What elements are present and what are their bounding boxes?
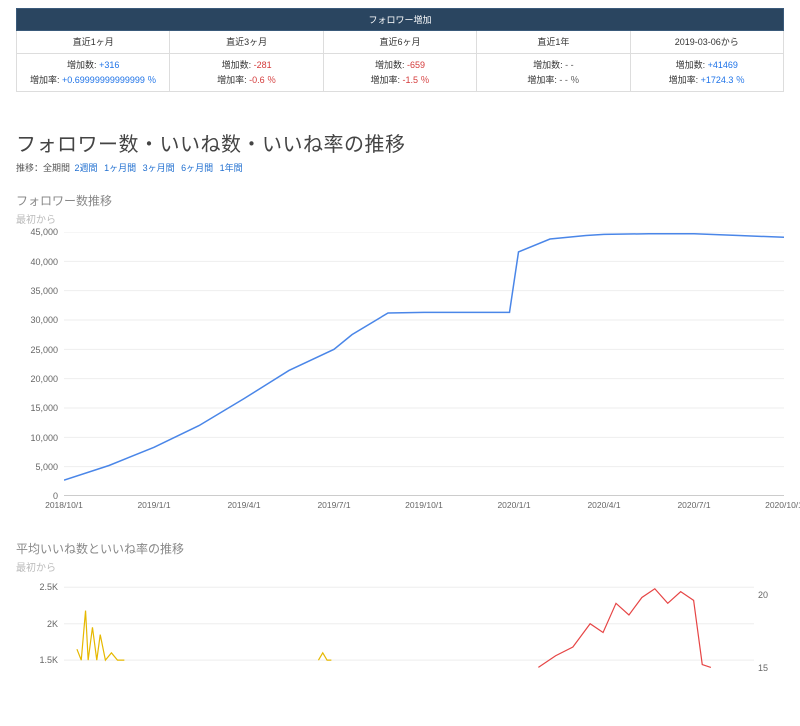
- x-tick: 2020/7/1: [677, 500, 710, 510]
- follower-growth-table: フォロワー増加 直近1ヶ月直近3ヶ月直近6ヶ月直近1年2019-03-06から …: [16, 8, 784, 92]
- filter-prefix: 推移：: [16, 163, 43, 173]
- x-tick: 2019/7/1: [317, 500, 350, 510]
- y-tick: 45,000: [30, 227, 58, 237]
- y-tick-right: 15: [758, 663, 768, 673]
- filter-option[interactable]: 1年間: [220, 163, 243, 173]
- chart-area: 05,00010,00015,00020,00025,00030,00035,0…: [16, 232, 784, 514]
- chart-subtitle: 最初から: [16, 559, 784, 574]
- stats-col-header: 直近3ヶ月: [170, 31, 323, 54]
- chart-subtitle: 最初から: [16, 211, 784, 226]
- x-tick: 2020/4/1: [587, 500, 620, 510]
- y-tick-right: 20: [758, 590, 768, 600]
- section-title: フォロワー数・いいね数・いいね率の推移: [16, 128, 784, 157]
- chart-followers: フォロワー数推移 最初から 05,00010,00015,00020,00025…: [16, 192, 784, 514]
- chart-title: 平均いいね数といいね率の推移: [16, 540, 784, 557]
- filter-option[interactable]: 1ヶ月間: [104, 163, 136, 173]
- stats-cell: 増加数: - -増加率: - - ％: [477, 54, 630, 92]
- stats-cell: 増加数: -281増加率: -0.6 ％: [170, 54, 323, 92]
- y-tick: 10,000: [30, 433, 58, 443]
- x-tick: 2020/10/1: [765, 500, 800, 510]
- stats-col-header: 直近1年: [477, 31, 630, 54]
- y-tick: 1.5K: [39, 655, 58, 665]
- y-tick: 30,000: [30, 315, 58, 325]
- filter-option[interactable]: 3ヶ月間: [143, 163, 175, 173]
- y-tick: 5,000: [35, 462, 58, 472]
- x-tick: 2019/10/1: [405, 500, 443, 510]
- x-tick: 2020/1/1: [497, 500, 530, 510]
- x-tick: 2019/4/1: [227, 500, 260, 510]
- y-tick: 35,000: [30, 286, 58, 296]
- y-tick: 15,000: [30, 403, 58, 413]
- stats-cell: 増加数: +316増加率: +0.69999999999999 ％: [17, 54, 170, 92]
- y-tick: 20,000: [30, 374, 58, 384]
- y-tick: 2.5K: [39, 582, 58, 592]
- chart-area: 1.5K 2K 2.5K 15 20: [16, 580, 784, 700]
- filter-option-selected: 全期間: [43, 163, 73, 173]
- filter-option[interactable]: 6ヶ月間: [181, 163, 213, 173]
- stats-col-header: 2019-03-06から: [630, 31, 783, 54]
- stats-header: フォロワー増加: [17, 9, 784, 31]
- x-tick: 2019/1/1: [137, 500, 170, 510]
- y-tick: 25,000: [30, 345, 58, 355]
- y-tick: 40,000: [30, 257, 58, 267]
- stats-cell: 増加数: +41469増加率: +1724.3 ％: [630, 54, 783, 92]
- stats-col-header: 直近6ヶ月: [323, 31, 476, 54]
- chart-likes: 平均いいね数といいね率の推移 最初から 1.5K 2K 2.5K 15 20: [16, 540, 784, 700]
- range-filter: 推移：全期間 2週間 1ヶ月間 3ヶ月間 6ヶ月間 1年間: [16, 161, 784, 174]
- stats-cell: 増加数: -659増加率: -1.5 ％: [323, 54, 476, 92]
- filter-option[interactable]: 2週間: [75, 163, 98, 173]
- chart-title: フォロワー数推移: [16, 192, 784, 209]
- stats-col-header: 直近1ヶ月: [17, 31, 170, 54]
- x-tick: 2018/10/1: [45, 500, 83, 510]
- y-tick: 2K: [47, 619, 58, 629]
